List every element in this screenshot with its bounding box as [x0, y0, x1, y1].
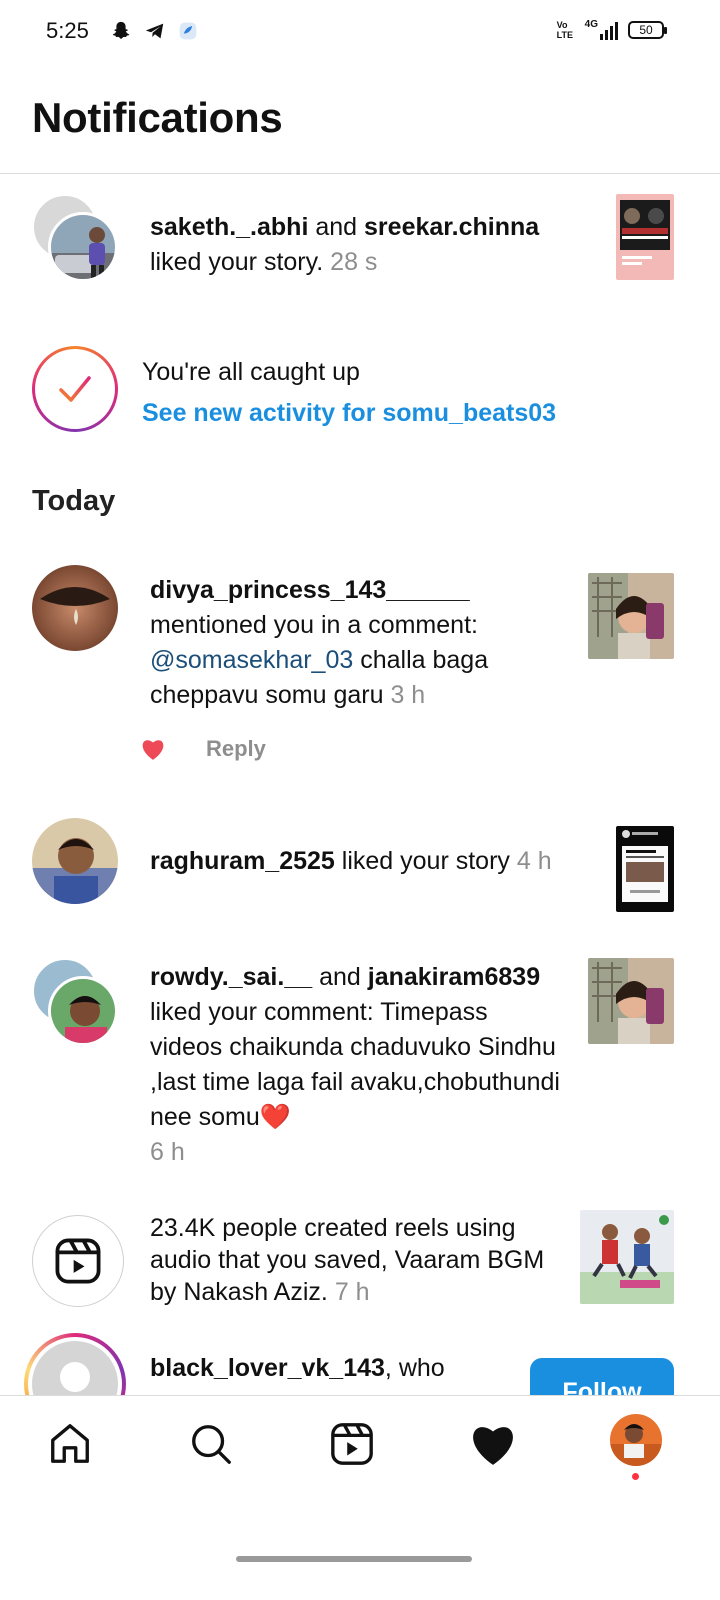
- reels-icon: [331, 1423, 373, 1465]
- heart-icon: [473, 1427, 513, 1465]
- battery-icon: 50: [628, 21, 667, 39]
- page-title: Notifications: [32, 94, 283, 141]
- home-icon: [51, 1424, 89, 1463]
- username[interactable]: saketh._.abhi: [150, 213, 308, 241]
- bottom-tab-bar: [0, 1395, 720, 1495]
- heart-icon[interactable]: [140, 737, 166, 761]
- caught-up-icon: [32, 346, 118, 432]
- follow-button[interactable]: Follow: [530, 1358, 674, 1395]
- section-heading-today: Today: [32, 485, 116, 517]
- notification-text: divya_princess_143______ mentioned you i…: [150, 576, 489, 709]
- notification-mention[interactable]: divya_princess_143______ mentioned you i…: [0, 565, 720, 765]
- story-ring-avatar[interactable]: [24, 1333, 126, 1395]
- activity-dot: [632, 1473, 639, 1480]
- snapchat-icon: [112, 21, 130, 39]
- tab-profile[interactable]: [610, 1414, 662, 1466]
- notification-text: raghuram_2525 liked your story 4 h: [150, 847, 552, 875]
- volte-indicator: Vo LTE: [556, 20, 573, 40]
- status-time: 5:25: [46, 18, 89, 43]
- profile-avatar: [610, 1414, 662, 1466]
- tab-activity[interactable]: [463, 1414, 523, 1474]
- reply-button[interactable]: Reply: [206, 736, 266, 762]
- avatar-front: [48, 212, 118, 282]
- avatar[interactable]: [32, 818, 118, 904]
- username[interactable]: sreekar.chinna: [364, 213, 539, 241]
- tab-reels[interactable]: [322, 1414, 382, 1474]
- username[interactable]: divya_princess_143______: [150, 576, 470, 604]
- telegram-icon: [145, 23, 164, 39]
- timestamp: 3 h: [390, 681, 426, 709]
- notification-reels-audio[interactable]: 23.4K people created reels using audio t…: [0, 1210, 720, 1320]
- avatar-front: [48, 976, 118, 1046]
- home-indicator[interactable]: [236, 1556, 472, 1562]
- heart-emoji: ❤️: [259, 1103, 291, 1131]
- audio-thumbnail[interactable]: [580, 1210, 674, 1304]
- timestamp: 28 s: [330, 248, 378, 276]
- avatar-group[interactable]: [32, 958, 122, 1048]
- avatar-placeholder: [32, 1341, 118, 1395]
- timestamp: 4 h: [516, 847, 552, 875]
- see-new-activity-link[interactable]: See new activity for somu_beats03: [142, 399, 556, 428]
- search-icon: [192, 1425, 231, 1464]
- username[interactable]: rowdy._sai.__: [150, 963, 312, 991]
- tab-home[interactable]: [40, 1414, 100, 1474]
- notification-story-like[interactable]: raghuram_2525 liked your story 4 h: [0, 818, 720, 918]
- notification-text: rowdy._sai.__ and janakiram6839 liked yo…: [150, 963, 560, 1166]
- story-thumbnail[interactable]: [616, 826, 674, 912]
- notifications-feed[interactable]: saketh._.abhi and sreekar.chinna liked y…: [0, 175, 720, 1395]
- avatar-group[interactable]: [32, 194, 122, 284]
- app-icon: [179, 22, 197, 40]
- avatar[interactable]: [32, 565, 118, 651]
- username[interactable]: raghuram_2525: [150, 847, 335, 875]
- notification-story-like[interactable]: saketh._.abhi and sreekar.chinna liked y…: [0, 190, 720, 300]
- tab-search[interactable]: [181, 1414, 241, 1474]
- follow-suggestion-text: black_lover_vk_143, who: [150, 1354, 445, 1382]
- post-thumbnail[interactable]: [588, 958, 674, 1044]
- status-bar: 5:25 Vo LTE 4G 50: [0, 0, 720, 64]
- timestamp: 6 h: [150, 1138, 185, 1166]
- notification-comment-like[interactable]: rowdy._sai.__ and janakiram6839 liked yo…: [0, 958, 720, 1168]
- notification-text: saketh._.abhi and sreekar.chinna liked y…: [150, 213, 540, 276]
- username[interactable]: black_lover_vk_143: [150, 1354, 385, 1382]
- username[interactable]: janakiram6839: [368, 963, 540, 991]
- page-header: Notifications: [0, 64, 720, 174]
- notification-icons: [110, 20, 198, 42]
- post-thumbnail[interactable]: [588, 573, 674, 659]
- caught-up-title: You're all caught up: [142, 358, 360, 386]
- story-thumbnail[interactable]: [616, 194, 674, 280]
- system-icons: Vo LTE 4G 50: [556, 20, 667, 40]
- notification-text: 23.4K people created reels using audio t…: [150, 1214, 545, 1306]
- timestamp: 7 h: [334, 1278, 370, 1306]
- signal-icon: 4G: [585, 20, 618, 40]
- mention-handle[interactable]: @somasekhar_03: [150, 646, 353, 674]
- comment-actions: Reply: [140, 736, 266, 762]
